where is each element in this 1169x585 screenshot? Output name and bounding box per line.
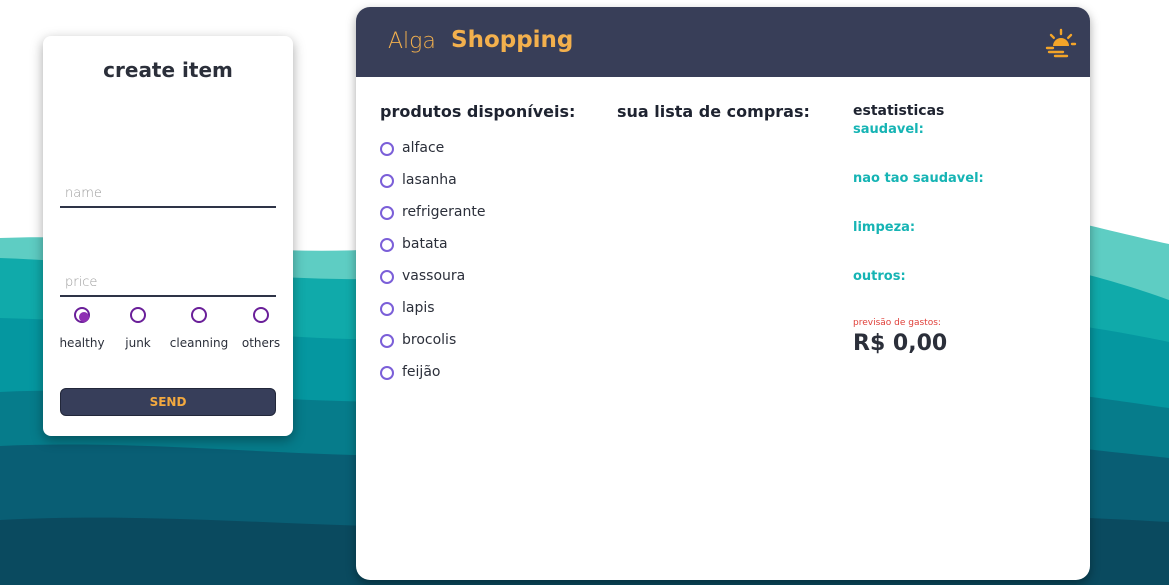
product-label: feijão xyxy=(402,364,441,380)
product-radio[interactable] xyxy=(380,366,394,380)
radio-label-others: others xyxy=(241,336,281,350)
stats-title: estatisticas xyxy=(853,103,945,119)
radio-others[interactable] xyxy=(253,307,269,323)
product-label: lapis xyxy=(402,300,435,316)
list-item[interactable]: batata xyxy=(380,236,485,268)
product-label: alface xyxy=(402,140,445,156)
stat-not-healthy-label: nao tao saudavel: xyxy=(853,171,984,186)
product-radio[interactable] xyxy=(380,142,394,156)
name-input[interactable] xyxy=(60,180,276,208)
radio-label-cleanning: cleanning xyxy=(169,336,229,350)
list-item[interactable]: alface xyxy=(380,140,485,172)
price-input[interactable] xyxy=(60,269,276,297)
radio-cleanning[interactable] xyxy=(191,307,207,323)
products-title: produtos disponíveis: xyxy=(380,102,576,121)
brand-name-bold: Shopping xyxy=(451,27,574,53)
product-radio[interactable] xyxy=(380,206,394,220)
main-panel: Alga Shopping produtos disponíveis: sua … xyxy=(356,7,1090,580)
forecast-label: previsão de gastos: xyxy=(853,318,941,328)
product-label: vassoura xyxy=(402,268,466,284)
product-radio[interactable] xyxy=(380,270,394,284)
radio-option-others[interactable]: others xyxy=(231,304,291,350)
app-header: Alga Shopping xyxy=(356,7,1090,77)
radio-option-cleanning[interactable]: cleanning xyxy=(169,304,229,350)
shopping-list-title: sua lista de compras: xyxy=(617,102,810,121)
product-label: brocolis xyxy=(402,332,457,348)
list-item[interactable]: lapis xyxy=(380,300,485,332)
stat-healthy-label: saudavel: xyxy=(853,122,924,137)
product-label: batata xyxy=(402,236,448,252)
list-item[interactable]: vassoura xyxy=(380,268,485,300)
radio-label-junk: junk xyxy=(125,336,151,350)
stat-cleaning-label: limpeza: xyxy=(853,220,916,235)
radio-label-healthy: healthy xyxy=(59,336,105,350)
product-radio[interactable] xyxy=(380,238,394,252)
product-label: lasanha xyxy=(402,172,457,188)
send-button[interactable]: SEND xyxy=(60,388,276,416)
radio-option-healthy[interactable]: healthy xyxy=(52,304,112,350)
sun-sunset-icon[interactable] xyxy=(1045,26,1077,58)
radio-option-junk[interactable]: junk xyxy=(108,304,168,350)
list-item[interactable]: refrigerante xyxy=(380,204,485,236)
stat-others-label: outros: xyxy=(853,269,906,284)
list-item[interactable]: brocolis xyxy=(380,332,485,364)
category-radio-group: healthy junk cleanning others xyxy=(52,304,284,364)
create-item-title: create item xyxy=(103,58,233,82)
brand-name-light: Alga xyxy=(388,29,436,54)
product-list: alface lasanha refrigerante batata vasso… xyxy=(380,140,485,396)
radio-healthy[interactable] xyxy=(74,307,90,323)
list-item[interactable]: feijão xyxy=(380,364,485,396)
product-radio[interactable] xyxy=(380,334,394,348)
product-radio[interactable] xyxy=(380,174,394,188)
forecast-value: R$ 0,00 xyxy=(853,331,948,356)
create-item-card: create item healthy junk cleanning other… xyxy=(43,36,293,436)
list-item[interactable]: lasanha xyxy=(380,172,485,204)
product-radio[interactable] xyxy=(380,302,394,316)
radio-junk[interactable] xyxy=(130,307,146,323)
product-label: refrigerante xyxy=(402,204,486,220)
